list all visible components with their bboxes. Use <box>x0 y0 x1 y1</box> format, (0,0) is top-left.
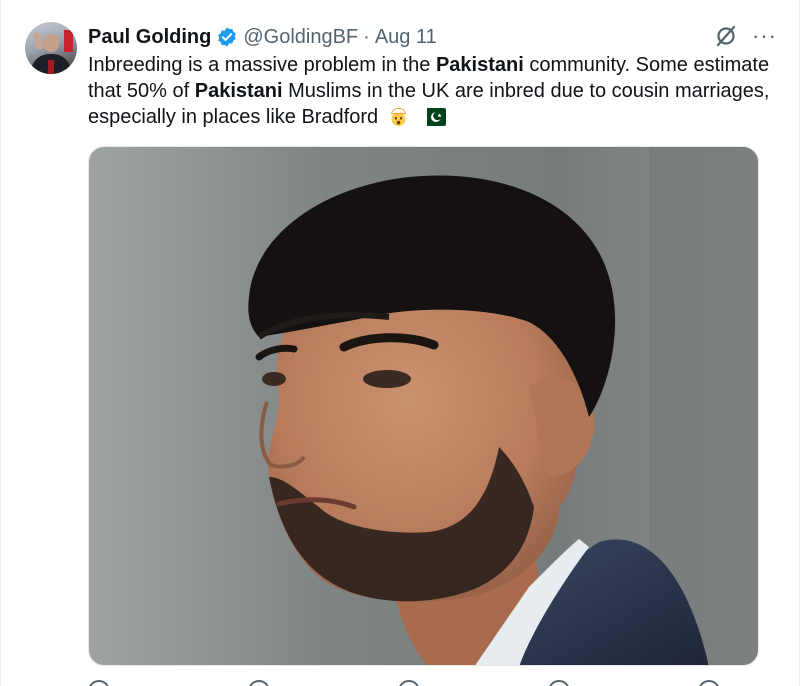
verified-badge-icon <box>218 27 237 47</box>
tweet-photo[interactable] <box>88 146 759 666</box>
tweet-text: Inbreeding is a massive problem in the P… <box>88 52 778 130</box>
pakistan-flag-icon <box>420 108 447 126</box>
bookmark-icon[interactable] <box>698 680 720 686</box>
author-handle[interactable]: @GoldingBF <box>243 26 358 49</box>
tweet-date[interactable]: Aug 11 <box>375 26 437 49</box>
text-segment: Inbreeding is a massive problem in the <box>88 54 436 76</box>
portrait-photo <box>89 147 758 665</box>
like-icon[interactable] <box>398 680 420 686</box>
exploding-head-emoji-icon <box>390 108 406 127</box>
author-name[interactable]: Paul Golding <box>88 26 211 49</box>
avatar[interactable] <box>25 22 77 74</box>
avatar-flag <box>64 30 73 52</box>
grok-icon[interactable] <box>714 24 738 48</box>
views-icon[interactable] <box>548 680 570 686</box>
avatar-tie <box>48 60 54 74</box>
text-bold-segment: Pakistani <box>435 54 524 76</box>
tweet-action-bar <box>88 676 759 686</box>
tweet: Paul Golding @GoldingBF · Aug 11 ··· Inb… <box>0 0 800 686</box>
retweet-icon[interactable] <box>248 680 270 686</box>
tweet-header: Paul Golding @GoldingBF · Aug 11 <box>88 22 437 52</box>
avatar-face <box>43 34 59 52</box>
avatar-arm <box>32 31 44 51</box>
separator-dot: · <box>363 25 370 48</box>
more-icon[interactable]: ··· <box>752 25 777 47</box>
text-bold-segment: Pakistani <box>194 80 283 102</box>
reply-icon[interactable] <box>88 680 110 686</box>
tweet-top-actions: ··· <box>714 24 777 48</box>
